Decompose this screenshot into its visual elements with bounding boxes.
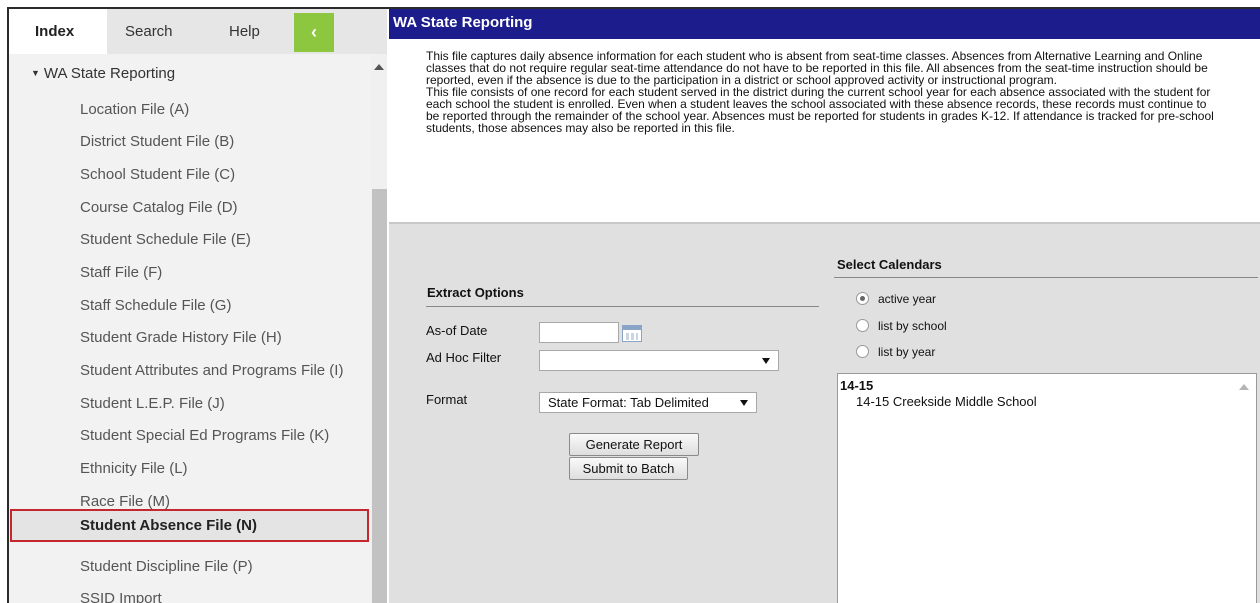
tree-item-student-special-ed-file[interactable]: Student Special Ed Programs File (K)	[80, 427, 329, 444]
tab-bar: Index Search Help ‹	[9, 9, 387, 54]
ad-hoc-filter-label: Ad Hoc Filter	[426, 350, 502, 365]
tree-item-staff-schedule-file[interactable]: Staff Schedule File (G)	[80, 297, 231, 314]
divider	[834, 277, 1258, 278]
tree-scrollbar[interactable]	[371, 54, 387, 603]
tree-item-course-catalog-file[interactable]: Course Catalog File (D)	[80, 199, 238, 216]
tree-item-staff-file[interactable]: Staff File (F)	[80, 264, 162, 281]
radio-button[interactable]	[856, 319, 869, 332]
format-value: State Format: Tab Delimited	[548, 395, 709, 410]
as-of-date-label: As-of Date	[426, 323, 488, 338]
tree-folder-label: WA State Reporting	[43, 65, 176, 82]
radio-button-checked[interactable]	[856, 292, 869, 305]
index-tree: ▼ WA State Reporting Location File (A) Di…	[9, 54, 371, 603]
tree-item-ethnicity-file[interactable]: Ethnicity File (L)	[80, 460, 188, 477]
description-box: This file captures daily absence informa…	[389, 39, 1260, 224]
generate-report-button[interactable]: Generate Report	[569, 433, 699, 456]
tree-item-student-grade-history-file[interactable]: Student Grade History File (H)	[80, 329, 282, 346]
tree-item-student-discipline-file[interactable]: Student Discipline File (P)	[80, 558, 253, 575]
tree-item-school-student-file[interactable]: School Student File (C)	[80, 166, 235, 183]
scroll-up-arrow-icon[interactable]	[374, 64, 384, 70]
report-description: This file captures daily absence informa…	[426, 50, 1216, 134]
calendar-group-label: 14-15	[840, 378, 874, 393]
extract-options-heading: Extract Options	[427, 285, 524, 300]
page-title: WA State Reporting	[389, 9, 1260, 39]
dropdown-arrow-icon	[762, 358, 770, 364]
radio-label: list by school	[878, 319, 947, 333]
tab-index[interactable]: Index	[9, 9, 107, 54]
tree-item-race-file[interactable]: Race File (M)	[80, 493, 170, 510]
collapse-panel-button[interactable]: ‹	[294, 13, 334, 52]
caret-down-icon: ▼	[31, 68, 40, 78]
scrollbar-thumb[interactable]	[372, 189, 387, 603]
radio-label: list by year	[878, 345, 936, 359]
tree-item-student-absence-file[interactable]: Student Absence File (N)	[10, 509, 369, 542]
tab-help[interactable]: Help	[203, 9, 293, 54]
submit-to-batch-button[interactable]: Submit to Batch	[569, 457, 688, 480]
app-frame: Index Search Help ‹ ▼ WA State Reporting …	[7, 7, 1260, 603]
tab-search[interactable]: Search	[107, 9, 203, 54]
tree-item-district-student-file[interactable]: District Student File (B)	[80, 133, 234, 150]
tree-item-student-lep-file[interactable]: Student L.E.P. File (J)	[80, 395, 225, 412]
select-calendars-heading: Select Calendars	[837, 257, 942, 272]
report-panel: WA State Reporting This file captures da…	[389, 9, 1260, 603]
description-paragraph: This file consists of one record for eac…	[426, 85, 1214, 135]
radio-label: active year	[878, 292, 937, 306]
format-label: Format	[426, 392, 468, 407]
description-paragraph: This file captures daily absence informa…	[426, 49, 1208, 87]
scroll-up-arrow-icon[interactable]	[1239, 384, 1249, 390]
divider	[426, 306, 819, 307]
tree-item-ssid-import[interactable]: SSID Import	[80, 590, 162, 603]
tree-item-student-attributes-programs-file[interactable]: Student Attributes and Programs File (I)	[80, 362, 343, 379]
tree-item-student-schedule-file[interactable]: Student Schedule File (E)	[80, 231, 251, 248]
radio-button[interactable]	[856, 345, 869, 358]
ad-hoc-filter-select[interactable]	[539, 350, 779, 371]
as-of-date-input[interactable]	[539, 322, 619, 343]
calendar-icon[interactable]	[622, 325, 642, 342]
tree-folder-wa-state-reporting[interactable]: ▼ WA State Reporting	[31, 65, 175, 82]
chevron-left-icon: ‹	[311, 22, 317, 42]
left-pane: Index Search Help ‹ ▼ WA State Reporting …	[9, 9, 387, 603]
calendar-listbox[interactable]: 14-15 14-15 Creekside Middle School	[837, 373, 1257, 603]
format-select[interactable]: State Format: Tab Delimited	[539, 392, 757, 413]
calendar-list-item[interactable]: 14-15 Creekside Middle School	[856, 394, 1037, 409]
dropdown-arrow-icon	[740, 400, 748, 406]
tree-item-location-file[interactable]: Location File (A)	[80, 101, 189, 118]
